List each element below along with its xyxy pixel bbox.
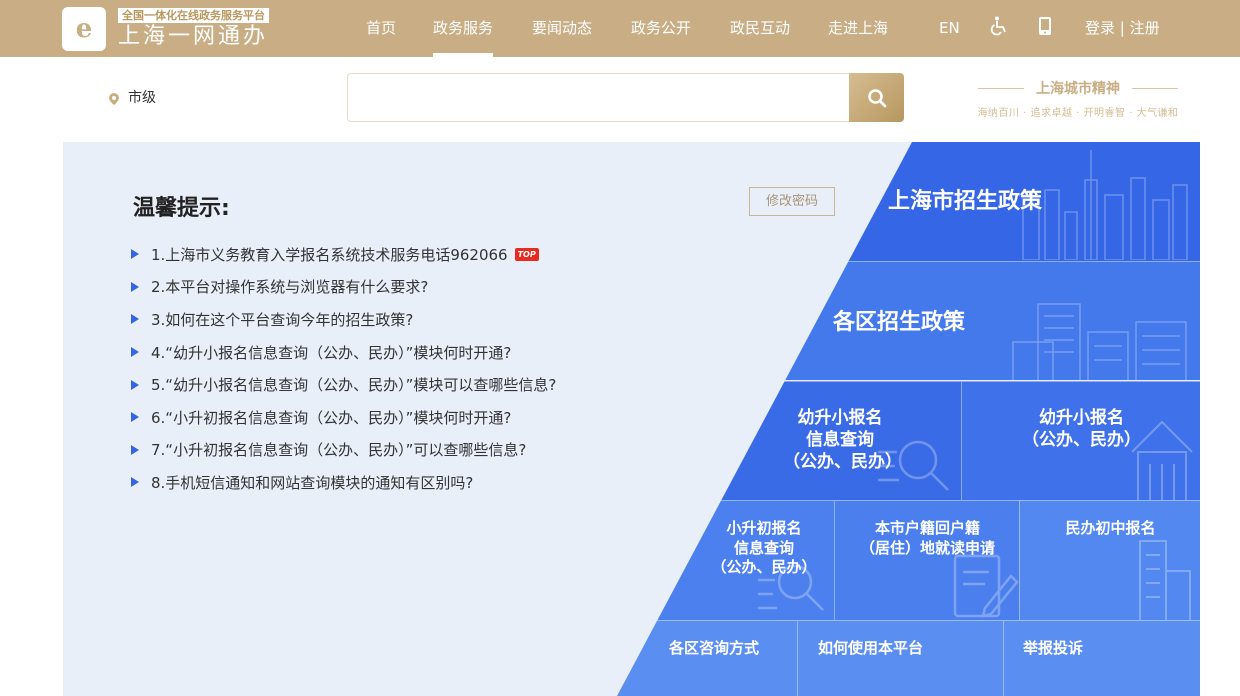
top-badge: TOP bbox=[514, 247, 539, 261]
buildings-icon bbox=[1012, 303, 1187, 380]
tile-city-policy-label: 上海市招生政策 bbox=[888, 189, 1043, 214]
language-toggle[interactable]: EN bbox=[939, 0, 960, 57]
logo-e-icon: e bbox=[75, 14, 93, 44]
tile-line: （公办、民办） bbox=[1022, 430, 1141, 451]
tip-item[interactable]: 2.本平台对操作系统与浏览器有什么要求? bbox=[131, 271, 556, 304]
tile-howto-label: 如何使用本平台 bbox=[818, 639, 924, 657]
tile-report-label: 举报投诉 bbox=[1023, 639, 1084, 657]
search-button[interactable] bbox=[849, 73, 904, 122]
tip-item-label: 5.“幼升小报名信息查询（公办、民办）”模块可以查哪些信息? bbox=[151, 376, 557, 395]
bullet-triangle-icon bbox=[131, 477, 139, 488]
tip-item[interactable]: 6.“小升初报名信息查询（公办、民办）”模块何时开通? bbox=[131, 401, 556, 434]
tip-item[interactable]: 4.“幼升小报名信息查询（公办、民办）”模块何时开通? bbox=[131, 336, 556, 369]
tile-line: 幼升小报名 bbox=[1039, 408, 1124, 428]
tile-line: （公办、民办） bbox=[711, 558, 817, 576]
tile-line: 信息查询 bbox=[733, 538, 794, 557]
tile-district-policy-label: 各区招生政策 bbox=[833, 310, 966, 335]
tips-list: 1.上海市义务教育入学报名系统技术服务电话962066 TOP 2.本平台对操作系… bbox=[131, 238, 556, 499]
nav-home[interactable]: 首页 bbox=[366, 0, 396, 57]
bullet-triangle-icon bbox=[131, 444, 139, 455]
tip-item[interactable]: 3.如何在这个平台查询今年的招生政策? bbox=[131, 303, 556, 336]
tip-item[interactable]: 7.“小升初报名信息查询（公办、民办）”可以查哪些信息? bbox=[131, 434, 556, 467]
nav-gov-affairs-open[interactable]: 政务公开 bbox=[631, 0, 691, 57]
tile-district-contact-label: 各区咨询方式 bbox=[669, 639, 760, 657]
nav-about-shanghai[interactable]: 走进上海 bbox=[828, 0, 888, 57]
tip-item-label: 6.“小升初报名信息查询（公办、民办）”模块何时开通? bbox=[151, 408, 512, 427]
tile-junior-query-label: 小升初报名 信息查询 （公办、民办） bbox=[708, 519, 820, 578]
nav-interaction[interactable]: 政民互动 bbox=[730, 0, 790, 57]
tile-district-contact[interactable]: 各区咨询方式 bbox=[617, 620, 797, 696]
search-icon bbox=[867, 88, 886, 107]
top-navigation-bar: e 全国一体化在线政务服务平台 上海一网通办 首页 政务服务 要闻动态 政务公开… bbox=[0, 0, 1240, 57]
nav-news[interactable]: 要闻动态 bbox=[532, 0, 592, 57]
bullet-triangle-icon bbox=[131, 379, 139, 390]
tile-line: （居住）地就读申请 bbox=[859, 538, 995, 557]
tile-hukou-application[interactable]: 本市户籍回户籍 （居住）地就读申请 bbox=[834, 500, 1019, 620]
tip-item-label: 4.“幼升小报名信息查询（公办、民办）”模块何时开通? bbox=[151, 343, 512, 362]
main-panel: 温馨提示: 修改密码 1.上海市义务教育入学报名系统技术服务电话962066 TO… bbox=[63, 142, 1200, 696]
change-password-button[interactable]: 修改密码 bbox=[749, 187, 835, 216]
tip-item-label: 7.“小升初报名信息查询（公办、民办）”可以查哪些信息? bbox=[151, 441, 527, 460]
logo-subtitle: 全国一体化在线政务服务平台 bbox=[118, 8, 269, 23]
tile-report[interactable]: 举报投诉 bbox=[1003, 620, 1200, 696]
bullet-triangle-icon bbox=[131, 412, 139, 423]
tile-private-junior-label: 民办初中报名 bbox=[1065, 519, 1156, 537]
bullet-triangle-icon bbox=[131, 347, 139, 358]
wheelchair-icon[interactable] bbox=[990, 16, 1008, 43]
tile-line: 本市户籍回户籍 bbox=[874, 519, 980, 537]
search-input[interactable] bbox=[347, 73, 850, 122]
bullet-triangle-icon bbox=[131, 281, 139, 292]
tile-private-junior[interactable]: 民办初中报名 bbox=[1019, 500, 1200, 620]
tile-primary-signup-label: 幼升小报名 （公办、民办） bbox=[962, 407, 1200, 451]
tile-junior-query[interactable]: 小升初报名 信息查询 （公办、民办） bbox=[617, 500, 834, 620]
tile-howto[interactable]: 如何使用本平台 bbox=[797, 620, 1003, 696]
tile-hukou-label: 本市户籍回户籍 （居住）地就读申请 bbox=[835, 519, 1019, 558]
login-register-link[interactable]: 登录 | 注册 bbox=[1085, 0, 1160, 57]
tip-item-label: 3.如何在这个平台查询今年的招生政策? bbox=[151, 310, 414, 329]
tip-item[interactable]: 5.“幼升小报名信息查询（公办、民办）”模块可以查哪些信息? bbox=[131, 368, 556, 401]
tip-item-label: 8.手机短信通知和网站查询模块的通知有区别吗? bbox=[151, 473, 474, 492]
nav-government-services[interactable]: 政务服务 bbox=[433, 0, 494, 57]
location-selector[interactable]: 市级 bbox=[128, 87, 156, 107]
tile-line: （公办、民办） bbox=[783, 452, 902, 473]
site-logo[interactable]: e bbox=[62, 7, 106, 51]
tile-primary-signup[interactable]: 幼升小报名 （公办、民办） bbox=[961, 381, 1200, 500]
bullet-triangle-icon bbox=[131, 249, 139, 260]
tile-line: 幼升小报名 bbox=[797, 408, 883, 428]
tip-item-label: 1.上海市义务教育入学报名系统技术服务电话962066 bbox=[151, 245, 508, 264]
mobile-phone-icon[interactable] bbox=[1038, 16, 1052, 43]
tip-item[interactable]: 1.上海市义务教育入学报名系统技术服务电话962066 TOP bbox=[131, 238, 556, 271]
tip-item-label: 2.本平台对操作系统与浏览器有什么要求? bbox=[151, 278, 429, 297]
tile-primary-query-label: 幼升小报名 信息查询 （公办、民办） bbox=[783, 407, 902, 473]
bullet-triangle-icon bbox=[131, 314, 139, 325]
slogan-subtitle: 海纳百川 · 追求卓越 · 开明睿智 · 大气谦和 bbox=[977, 108, 1179, 119]
map-pin-icon bbox=[109, 90, 119, 105]
logo-title: 上海一网通办 bbox=[118, 24, 269, 49]
tip-item[interactable]: 8.手机短信通知和网站查询模块的通知有区别吗? bbox=[131, 466, 556, 499]
tips-title: 温馨提示: bbox=[133, 196, 230, 221]
slogan-title: 上海城市精神 bbox=[960, 78, 1196, 98]
tall-building-icon bbox=[1139, 540, 1191, 620]
tile-line: 信息查询 bbox=[806, 430, 874, 451]
tile-line: 小升初报名 bbox=[726, 519, 802, 537]
